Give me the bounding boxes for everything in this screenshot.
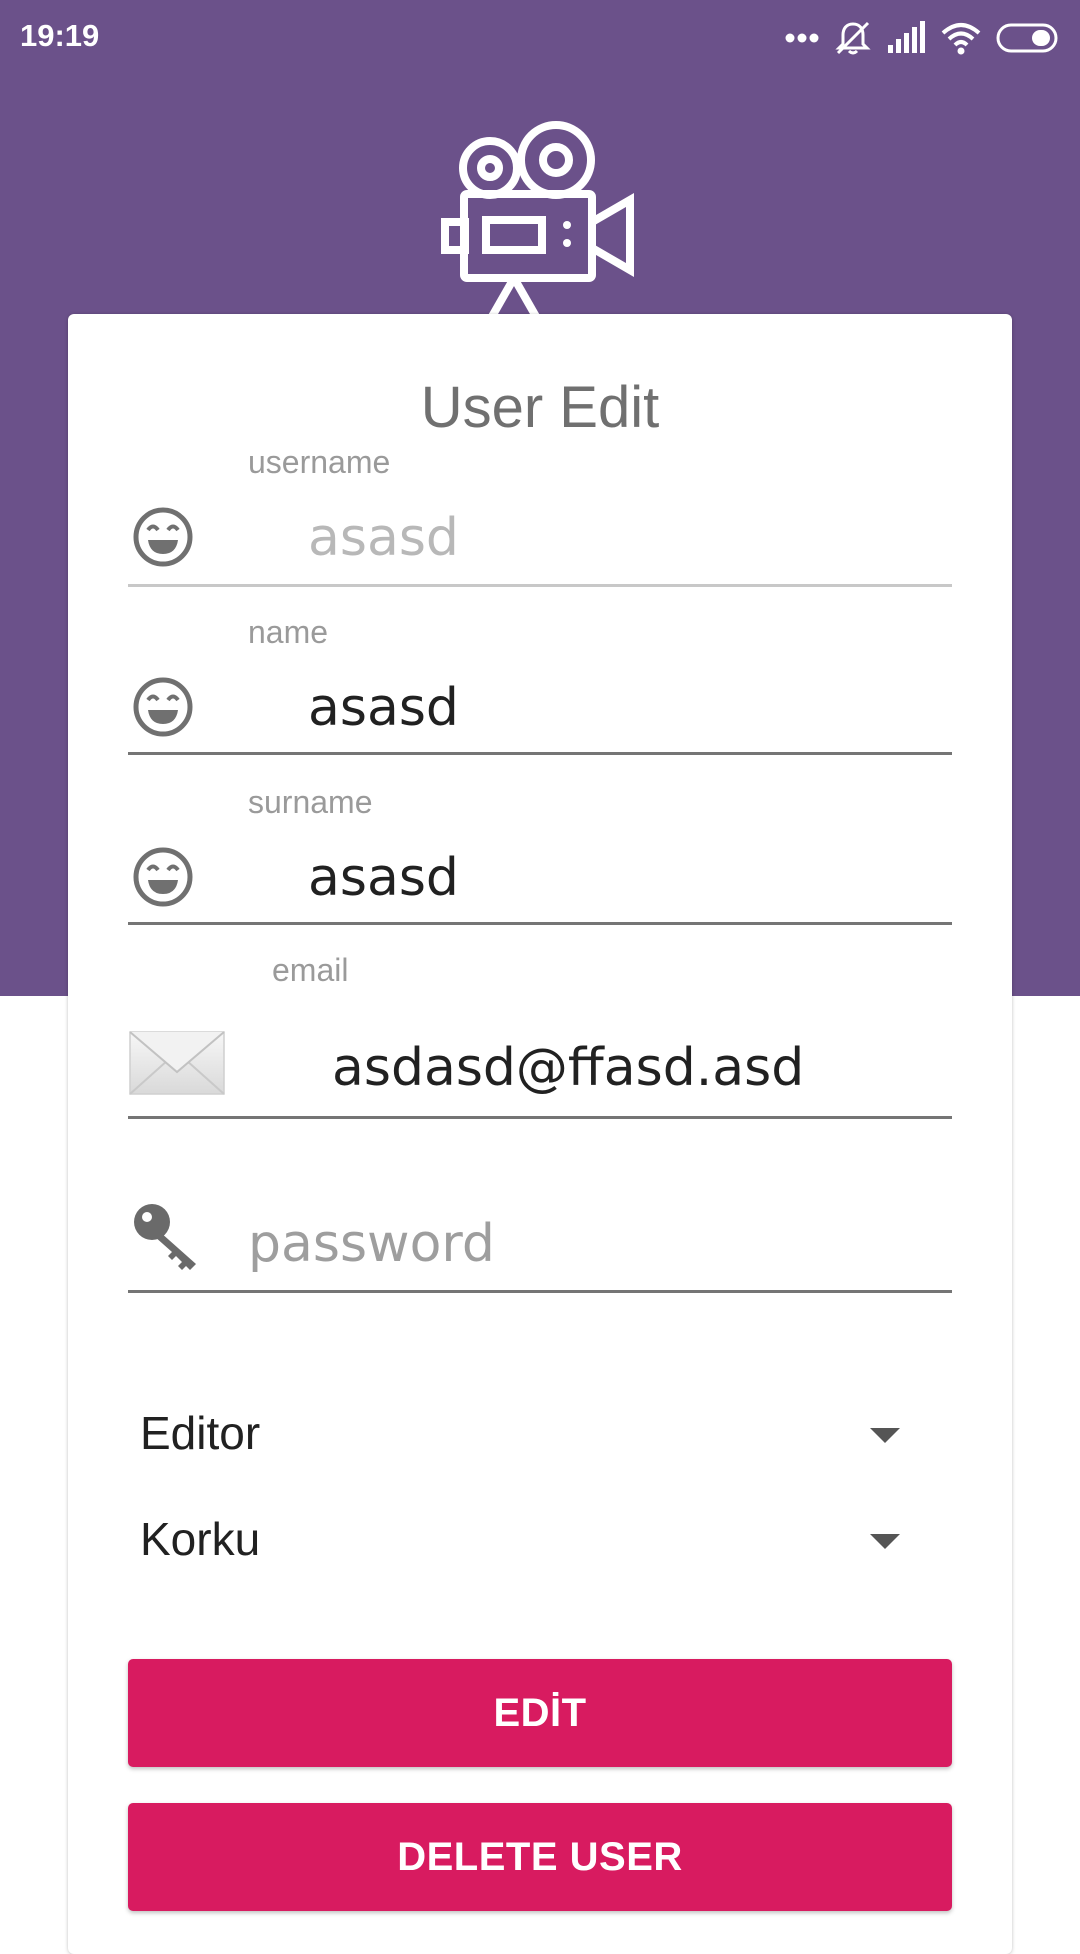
status-icons [784, 14, 1062, 62]
smiley-icon [132, 846, 194, 913]
envelope-icon [128, 1028, 226, 1103]
surname-underline [128, 922, 952, 925]
password-field [128, 1194, 952, 1324]
name-input[interactable] [308, 676, 948, 740]
role-spinner[interactable]: Editor [140, 1394, 940, 1474]
wifi-icon [940, 21, 982, 55]
username-input[interactable] [308, 506, 948, 570]
surname-label: surname [248, 784, 373, 820]
email-underline [128, 1116, 952, 1119]
name-underline [128, 752, 952, 755]
user-edit-card: User Edit username name [68, 314, 1012, 1954]
status-bar: 19:19 [0, 0, 1080, 76]
username-underline [128, 584, 952, 587]
password-input[interactable] [248, 1212, 948, 1276]
smiley-icon [132, 506, 194, 573]
more-dots-icon [784, 32, 820, 44]
page-title: User Edit [420, 375, 660, 440]
username-field: username [128, 444, 952, 604]
genre-spinner-value: Korku [140, 1513, 261, 1565]
email-field: email [128, 952, 952, 1142]
notifications-off-icon [834, 19, 872, 57]
movie-camera-icon [440, 112, 640, 322]
role-spinner-value: Editor [140, 1407, 261, 1459]
email-label: email [272, 952, 349, 988]
dropdown-arrow-icon [870, 1534, 900, 1549]
edit-button[interactable]: EDİT [128, 1659, 952, 1767]
smiley-icon [132, 676, 194, 743]
name-field: name [128, 614, 952, 774]
status-time: 19:19 [20, 18, 100, 53]
name-label: name [248, 614, 329, 650]
signal-icon [886, 21, 926, 55]
surname-input[interactable] [308, 846, 948, 910]
key-icon [130, 1200, 202, 1277]
username-label: username [248, 444, 391, 480]
password-underline [128, 1290, 952, 1293]
genre-spinner[interactable]: Korku [140, 1500, 940, 1580]
delete-user-button[interactable]: DELETE USER [128, 1803, 952, 1911]
dropdown-arrow-icon [870, 1428, 900, 1443]
surname-field: surname [128, 784, 952, 944]
battery-icon [996, 22, 1062, 54]
email-input[interactable] [332, 1036, 948, 1100]
